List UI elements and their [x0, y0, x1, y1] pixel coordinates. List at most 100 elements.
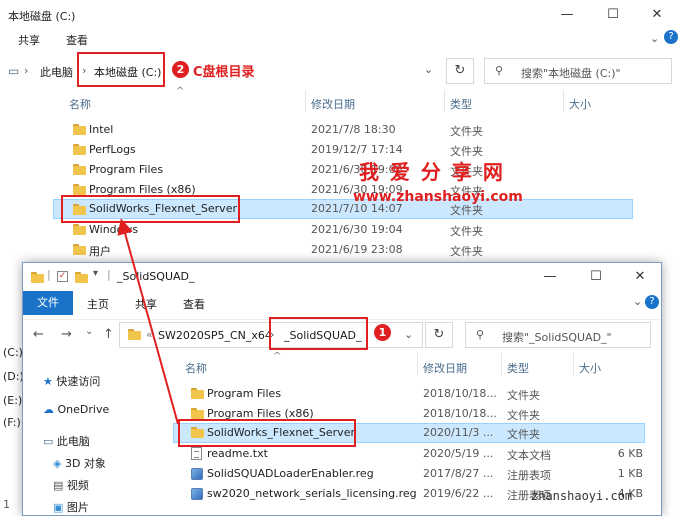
- cloud-icon: ☁: [43, 403, 54, 416]
- minimize-button[interactable]: —: [527, 263, 573, 291]
- drive-d[interactable]: (D:): [3, 370, 24, 383]
- status-count: 1: [3, 498, 10, 511]
- file-name: readme.txt: [207, 447, 268, 460]
- nav-pictures[interactable]: ▣ 图片: [53, 499, 89, 515]
- properties-icon[interactable]: ✓: [57, 271, 68, 282]
- star-icon: ★: [43, 375, 53, 388]
- chevron-right-icon: ›: [24, 64, 29, 77]
- tab-file[interactable]: 文件: [23, 291, 73, 315]
- registry-icon: [191, 468, 203, 480]
- help-icon[interactable]: ?: [645, 295, 659, 309]
- pc-icon: ▭: [8, 64, 20, 78]
- file-type: 文本文档: [507, 449, 551, 462]
- file-type: 文件夹: [507, 409, 540, 422]
- up-arrow-icon[interactable]: ↑: [103, 327, 114, 342]
- column-header-type[interactable]: 类型: [507, 360, 529, 376]
- folder-icon: [191, 388, 204, 399]
- file-row[interactable]: PerfLogs 2019/12/7 17:14 文件夹: [53, 140, 633, 160]
- window-title: 本地磁盘 (C:): [8, 10, 76, 23]
- column-divider: [417, 353, 418, 375]
- watermark-url: www.zhanshaoyi.com: [353, 189, 523, 205]
- search-placeholder: 搜索"本地磁盘 (C:)": [521, 67, 621, 80]
- close-button[interactable]: ✕: [617, 263, 661, 291]
- drive-f[interactable]: (F:): [3, 416, 21, 429]
- column-divider: [305, 90, 306, 112]
- file-row[interactable]: readme.txt 2020/5/19 ... 文本文档 6 KB: [173, 444, 645, 464]
- file-row[interactable]: Program Files 2021/6/30 19:06 文件夹: [53, 160, 633, 180]
- file-row[interactable]: Windows 2021/6/30 19:04 文件夹: [53, 220, 633, 240]
- nav-onedrive[interactable]: ☁ OneDrive: [43, 403, 109, 416]
- tab-share[interactable]: 共享: [135, 296, 157, 312]
- title-bar: | ✓ ▾ | _SolidSQUAD_ — ☐ ✕: [23, 263, 661, 291]
- chevron-down-icon[interactable]: ⌄: [424, 63, 433, 76]
- column-divider: [563, 90, 564, 112]
- overflow-icon[interactable]: «: [146, 328, 153, 341]
- highlight-box-target-folder: [61, 195, 240, 223]
- sort-up-icon: ^: [273, 351, 282, 362]
- ribbon-tabs: 文件 主页 共享 查看 ⌄ ?: [23, 291, 661, 315]
- folder-icon: [31, 272, 44, 283]
- step-badge-2: 2: [172, 61, 189, 78]
- file-type: 文件夹: [507, 428, 540, 441]
- step-badge-1: 1: [374, 324, 391, 341]
- column-header-name[interactable]: 名称: [69, 96, 91, 112]
- column-header-size[interactable]: 大小: [579, 360, 601, 376]
- search-input[interactable]: ⚲ 搜索"本地磁盘 (C:)": [484, 58, 672, 84]
- column-header-size[interactable]: 大小: [569, 96, 591, 112]
- column-header-type[interactable]: 类型: [450, 96, 472, 112]
- ribbon-tabs: 共享 查看 ⌄ ?: [0, 30, 680, 50]
- file-size: 1 KB: [617, 467, 643, 480]
- ribbon-expand-icon[interactable]: ⌄: [650, 32, 659, 45]
- file-row[interactable]: Intel 2021/7/8 18:30 文件夹: [53, 120, 633, 140]
- file-size: 6 KB: [617, 447, 643, 460]
- close-button[interactable]: ✕: [634, 0, 680, 30]
- highlight-box-breadcrumb: [77, 52, 165, 87]
- nav-this-pc[interactable]: ▭ 此电脑: [43, 433, 90, 449]
- search-input[interactable]: ⚲ 搜索"_SolidSQUAD_": [465, 322, 651, 348]
- file-type: 文件夹: [507, 389, 540, 402]
- tab-view[interactable]: 查看: [66, 32, 88, 48]
- highlight-box-breadcrumb: [269, 317, 368, 350]
- recent-dropdown-icon[interactable]: ⌄: [85, 326, 93, 337]
- column-divider: [501, 353, 502, 375]
- chevron-down-icon[interactable]: ⌄: [404, 328, 413, 341]
- quick-access-dropdown-icon[interactable]: ▾: [93, 268, 98, 279]
- file-name: sw2020_network_serials_licensing.reg: [207, 487, 417, 500]
- file-row[interactable]: 用户 2021/6/19 23:08 文件夹: [53, 240, 633, 260]
- file-date: 2020/5/19 ...: [423, 447, 494, 460]
- new-folder-icon[interactable]: [75, 272, 88, 283]
- title-bar: 本地磁盘 (C:) — ☐ ✕: [0, 0, 680, 30]
- nav-quick-access[interactable]: ★ 快速访问: [43, 373, 100, 389]
- nav-3d-objects[interactable]: ◈ 3D 对象: [53, 455, 106, 471]
- back-arrow-icon[interactable]: ←: [33, 327, 44, 342]
- column-header-name[interactable]: 名称: [185, 360, 207, 376]
- title-separator: |: [47, 268, 51, 281]
- help-icon[interactable]: ?: [664, 30, 678, 44]
- refresh-button[interactable]: ↻: [446, 58, 474, 84]
- file-name: Intel: [89, 123, 114, 136]
- nav-videos[interactable]: ▤ 视频: [53, 477, 89, 493]
- file-row[interactable]: SolidSQUADLoaderEnabler.reg 2017/8/27 ..…: [173, 464, 645, 484]
- minimize-button[interactable]: —: [544, 0, 590, 30]
- drive-e[interactable]: (E:): [3, 394, 22, 407]
- ribbon-expand-icon[interactable]: ⌄: [633, 295, 642, 308]
- file-date: 2020/11/3 ...: [423, 426, 494, 439]
- file-row[interactable]: Program Files 2018/10/18... 文件夹: [173, 384, 645, 404]
- column-header-date[interactable]: 修改日期: [311, 96, 355, 112]
- refresh-button[interactable]: ↻: [425, 322, 453, 348]
- highlight-box-source-folder: [178, 419, 356, 447]
- forward-arrow-icon[interactable]: →: [61, 327, 72, 342]
- column-header-date[interactable]: 修改日期: [423, 360, 467, 376]
- file-date: 2019/6/22 ...: [423, 487, 494, 500]
- tab-home[interactable]: 主页: [87, 296, 109, 312]
- drive-c[interactable]: (C:): [3, 346, 23, 359]
- tab-view[interactable]: 查看: [183, 296, 205, 312]
- breadcrumb-parent[interactable]: SW2020SP5_CN_x64: [158, 329, 272, 342]
- folder-icon: [73, 224, 86, 235]
- tab-share[interactable]: 共享: [18, 32, 40, 48]
- maximize-button[interactable]: ☐: [590, 0, 636, 30]
- watermark-corner: zhanshaoyi.com: [531, 489, 633, 503]
- annotation-c-root: C盘根目录: [193, 65, 255, 80]
- maximize-button[interactable]: ☐: [573, 263, 619, 291]
- search-icon: ⚲: [495, 64, 504, 77]
